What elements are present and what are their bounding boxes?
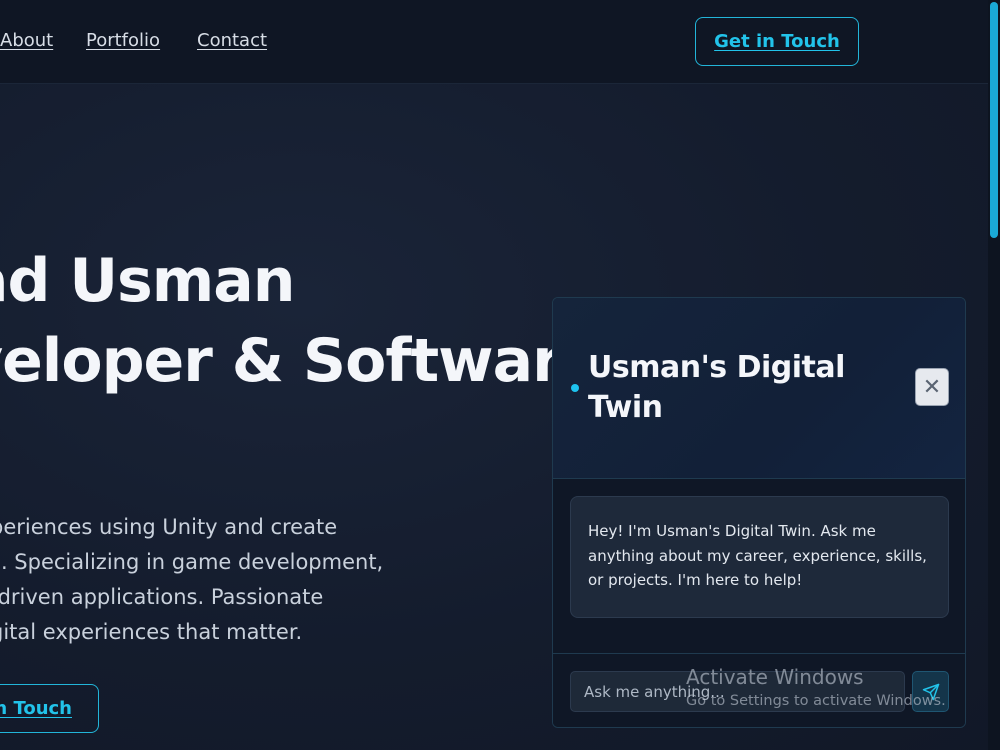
- chat-title: Usman's Digital Twin: [588, 350, 845, 425]
- send-icon: [922, 683, 939, 700]
- digital-twin-chat-panel: Usman's Digital Twin ✕ Hey! I'm Usman's …: [552, 297, 966, 728]
- page-scrollbar-track[interactable]: [988, 0, 1000, 750]
- page-scrollbar-thumb[interactable]: [990, 2, 998, 238]
- chat-message-input[interactable]: [570, 671, 905, 712]
- chat-messages: Hey! I'm Usman's Digital Twin. Ask me an…: [553, 480, 965, 653]
- hero-description: periences using Unity and create s. Spec…: [0, 510, 430, 650]
- nav-link-portfolio[interactable]: Portfolio: [86, 30, 160, 51]
- nav-link-about[interactable]: About: [0, 30, 53, 51]
- hero-description-line: -driven applications. Passionate: [0, 585, 324, 609]
- hero-title-line-1: ad Usman: [0, 246, 295, 316]
- chat-close-button[interactable]: ✕: [915, 368, 949, 406]
- nav-get-in-touch-button[interactable]: Get in Touch: [695, 17, 859, 66]
- chat-header: Usman's Digital Twin ✕: [553, 298, 965, 479]
- top-nav: About Portfolio Contact Get in Touch: [0, 0, 988, 84]
- hero-description-line: gital experiences that matter.: [0, 620, 303, 644]
- hero-title-line-2: veloper & Software: [0, 326, 601, 396]
- assistant-message-bubble: Hey! I'm Usman's Digital Twin. Ask me an…: [570, 496, 949, 618]
- portfolio-page: About Portfolio Contact Get in Touch ad …: [0, 0, 1000, 750]
- hero-description-line: s. Specializing in game development,: [0, 550, 384, 574]
- chat-send-button[interactable]: [912, 671, 949, 712]
- online-status-dot: [571, 384, 579, 392]
- hero-description-line: periences using Unity and create: [0, 515, 338, 539]
- hero-get-in-touch-button[interactable]: in Touch: [0, 684, 99, 733]
- chat-composer: [553, 653, 965, 727]
- close-icon: ✕: [922, 374, 942, 399]
- nav-link-contact[interactable]: Contact: [197, 30, 267, 51]
